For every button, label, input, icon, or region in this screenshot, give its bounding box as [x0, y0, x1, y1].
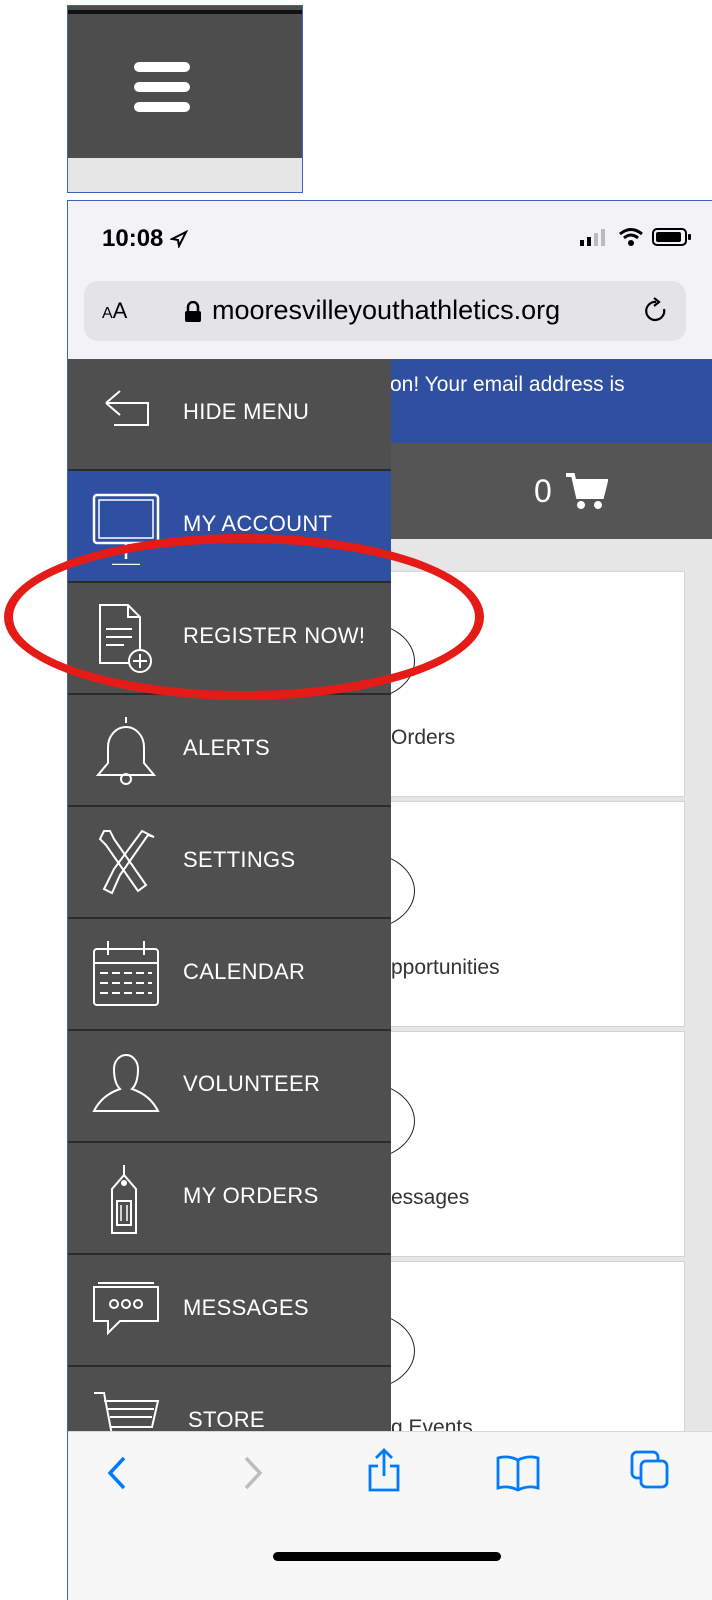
- notice-text: on! Your email address is: [390, 373, 625, 396]
- status-bar: 10:08: [68, 201, 712, 279]
- menu-label: MESSAGES: [183, 1295, 309, 1320]
- menu-label: HIDE MENU: [183, 399, 310, 424]
- text-size-button[interactable]: AA: [102, 298, 127, 324]
- hamburger-menu-crop: [67, 5, 303, 193]
- back-icon[interactable]: [104, 1454, 130, 1492]
- status-time: 10:08: [102, 225, 189, 253]
- menu-label: ALERTS: [183, 735, 270, 760]
- menu-item-volunteer[interactable]: VOLUNTEER: [68, 1031, 391, 1143]
- dashboard-card-opportunities[interactable]: pportunities: [311, 801, 685, 1027]
- tabs-icon[interactable]: [630, 1450, 670, 1490]
- card-label-opportunities: pportunities: [391, 956, 500, 979]
- phone-screen: 10:08 AA mooresvilleyouthathletics.org o…: [67, 200, 712, 1600]
- home-indicator: [273, 1552, 501, 1561]
- lock-icon: [185, 301, 201, 322]
- cart-icon[interactable]: [564, 471, 608, 511]
- location-arrow-icon: [168, 229, 189, 250]
- menu-item-my-account[interactable]: MY ACCOUNT: [68, 471, 391, 583]
- menu-item-settings[interactable]: SETTINGS: [68, 807, 391, 919]
- signal-icon: [580, 229, 605, 246]
- hamburger-icon[interactable]: [132, 62, 192, 118]
- document-add-icon: [99, 604, 152, 673]
- menu-label: SETTINGS: [183, 847, 296, 872]
- battery-icon: [652, 228, 691, 246]
- menu-label: REGISTER NOW!: [183, 623, 366, 648]
- url-text[interactable]: mooresvilleyouthathletics.org: [212, 295, 560, 326]
- menu-label: CALENDAR: [183, 959, 306, 984]
- address-bar[interactable]: AA mooresvilleyouthathletics.org: [84, 281, 686, 341]
- monitor-icon: [92, 493, 160, 565]
- card-label-messages: essages: [391, 1186, 470, 1209]
- calendar-icon: [93, 941, 159, 1006]
- text-size-small-a: A: [102, 305, 113, 322]
- chat-icon: [93, 1282, 159, 1336]
- menu-label: STORE: [188, 1407, 265, 1432]
- menu-label: VOLUNTEER: [183, 1071, 321, 1096]
- menu-item-my-orders[interactable]: MY ORDERS: [68, 1143, 391, 1255]
- browser-toolbar: [68, 1431, 712, 1600]
- cart-count: 0: [534, 473, 552, 509]
- card-label-orders: Orders: [391, 726, 456, 749]
- crop-bottom-strip: [68, 158, 302, 192]
- menu-item-messages[interactable]: MESSAGES: [68, 1255, 391, 1367]
- text-size-large-a: A: [112, 298, 128, 323]
- forward-icon[interactable]: [240, 1454, 266, 1492]
- tag-icon: [111, 1165, 137, 1234]
- bookmarks-icon[interactable]: [496, 1454, 540, 1492]
- menu-label: MY ACCOUNT: [183, 511, 333, 536]
- reload-icon[interactable]: [642, 297, 670, 325]
- tools-icon: [98, 829, 155, 895]
- menu-label: MY ORDERS: [183, 1183, 319, 1208]
- person-icon: [92, 1054, 160, 1112]
- share-icon[interactable]: [366, 1448, 402, 1492]
- menu-item-register-now[interactable]: REGISTER NOW!: [68, 583, 391, 695]
- status-time-text: 10:08: [102, 225, 164, 252]
- wifi-icon: [619, 228, 643, 246]
- dashboard-card-orders[interactable]: Orders: [311, 571, 685, 797]
- top-border-line: [68, 10, 302, 14]
- menu-item-alerts[interactable]: ALERTS: [68, 695, 391, 807]
- side-menu: HIDE MENU MY ACCOUNT REGISTER NOW! ALERT…: [68, 359, 391, 1479]
- status-icons: [580, 227, 692, 247]
- back-arrow-icon: [105, 390, 149, 426]
- dashboard-card-messages[interactable]: essages: [311, 1031, 685, 1257]
- bell-icon: [95, 717, 157, 785]
- menu-item-calendar[interactable]: CALENDAR: [68, 919, 391, 1031]
- menu-item-hide-menu[interactable]: HIDE MENU: [68, 359, 391, 471]
